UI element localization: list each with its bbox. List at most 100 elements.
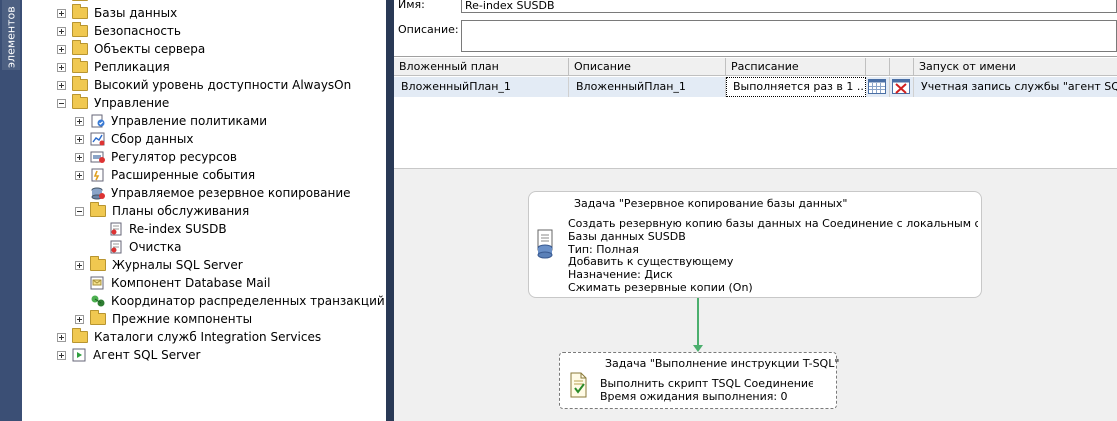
tree-item[interactable]: Каталоги служб Integration Services xyxy=(57,328,321,346)
tree-item[interactable]: Безопасность xyxy=(57,22,181,40)
backup-task[interactable]: Задача "Резервное копирование базы данны… xyxy=(528,191,982,298)
folder-icon xyxy=(72,4,88,19)
tree-item[interactable]: Очистка xyxy=(93,238,182,256)
tree-item-label: Безопасность xyxy=(94,24,181,38)
object-explorer-tab[interactable]: элементов xyxy=(2,0,20,70)
column-header-schedule[interactable]: Расписание xyxy=(726,58,866,76)
object-explorer-side-strip: элементов xyxy=(0,0,22,421)
panel-splitter[interactable] xyxy=(386,0,394,421)
subplan-name-cell[interactable]: ВложенныйПлан_1 xyxy=(394,77,569,97)
tsql-task-title: Задача "Выполнение инструкции T-SQL" xyxy=(605,357,840,370)
column-header-run-as[interactable]: Запуск от имени xyxy=(914,58,1117,76)
expand-icon[interactable] xyxy=(75,170,84,180)
tree-item[interactable]: Базы данных xyxy=(57,4,177,22)
tree-item[interactable]: Журналы SQL Server xyxy=(75,256,243,274)
tree-item[interactable]: Компонент Database Mail xyxy=(75,274,270,292)
tree-item-label: Планы обслуживания xyxy=(112,204,250,218)
plan-name-field[interactable]: Re-index SUSDB xyxy=(461,0,1117,13)
tsql-task[interactable]: Задача "Выполнение инструкции T-SQL" Вып… xyxy=(559,352,840,409)
schedule-calendar-button[interactable] xyxy=(866,77,890,97)
expand-icon[interactable] xyxy=(57,44,66,54)
expand-icon[interactable] xyxy=(57,26,66,36)
tree-item[interactable]: Сбор данных xyxy=(75,130,193,148)
tree-item[interactable]: Планы обслуживания xyxy=(75,202,249,220)
tree-item[interactable]: Управляемое резервное копирование xyxy=(75,184,351,202)
no-expander xyxy=(75,297,84,306)
execute-tsql-icon xyxy=(570,372,587,398)
run-as-cell[interactable]: Учетная запись службы "агент SQL Se xyxy=(914,77,1117,97)
tree-item[interactable]: Регулятор ресурсов xyxy=(75,148,237,166)
no-expander xyxy=(75,189,84,198)
expand-icon[interactable] xyxy=(57,8,66,18)
designer-canvas[interactable]: Задача "Резервное копирование базы данны… xyxy=(394,169,1117,421)
expand-icon[interactable] xyxy=(57,62,66,72)
tree-item[interactable]: Репликация xyxy=(57,58,170,76)
tree-item-label: Управление политиками xyxy=(111,114,267,128)
description-label: Описание: xyxy=(398,23,459,36)
precedence-connector[interactable] xyxy=(692,297,704,353)
tree-item[interactable]: Координатор распределенных транзакций xyxy=(75,292,385,310)
tree-item-label: Базы данных xyxy=(94,6,178,20)
plan-properties: Имя: Re-index SUSDB Описание: Вложенный … xyxy=(394,0,1117,169)
expand-icon[interactable] xyxy=(75,152,84,162)
tree-item-label: Re-index SUSDB xyxy=(129,222,227,236)
tree-item[interactable]: Расширенные события xyxy=(75,166,255,184)
expand-icon[interactable] xyxy=(75,314,84,324)
tree-item[interactable]: Объекты сервера xyxy=(57,40,205,58)
tree-item[interactable]: Агент SQL Server xyxy=(57,346,200,364)
tree-item[interactable]: Управление xyxy=(57,94,169,112)
folder-icon xyxy=(72,0,88,1)
backup-database-icon xyxy=(537,229,553,259)
schedule-remove-button[interactable] xyxy=(890,77,914,97)
expand-icon[interactable] xyxy=(57,350,66,360)
tree-item-label: Агент SQL Server xyxy=(93,348,201,362)
collapse-icon[interactable] xyxy=(57,98,66,108)
expand-icon[interactable] xyxy=(57,80,66,90)
backup-task-title: Задача "Резервное копирование базы данны… xyxy=(574,197,848,210)
folder-icon xyxy=(72,58,88,73)
resource-governor-icon xyxy=(90,150,106,164)
column-header-subplan[interactable]: Вложенный план xyxy=(394,58,569,76)
expand-icon[interactable] xyxy=(75,260,84,270)
folder-icon xyxy=(72,94,88,109)
tree-item-label: Компонент Database Mail xyxy=(111,276,271,290)
dtc-icon xyxy=(90,294,106,308)
tree-item[interactable]: Прежние компоненты xyxy=(75,310,252,328)
extended-events-icon xyxy=(90,168,106,182)
object-explorer-tree[interactable]: Базы данных Безопасность Объекты сервера Ре… xyxy=(30,0,386,421)
tree-item-label: Высокий уровень доступности AlwaysOn xyxy=(94,78,352,92)
tree-item-label: Управляемое резервное копирование xyxy=(111,186,351,200)
policy-icon xyxy=(90,114,106,128)
task-detail-line: Базы данных SUSDB xyxy=(568,229,686,243)
maintenance-plan-designer: Имя: Re-index SUSDB Описание: Вложенный … xyxy=(394,0,1117,421)
plan-description-field[interactable] xyxy=(461,20,1117,52)
folder-icon xyxy=(72,40,88,55)
expand-icon[interactable] xyxy=(57,332,66,342)
tree-item-label: Регулятор ресурсов xyxy=(111,150,238,164)
task-detail-line: Сжимать резервные копии (On) xyxy=(568,280,753,294)
expand-icon[interactable] xyxy=(75,134,84,144)
column-header-schedule-edit[interactable] xyxy=(866,58,890,76)
expand-icon[interactable] xyxy=(75,116,84,126)
tree-item[interactable]: Управление политиками xyxy=(75,112,267,130)
subplan-description-cell[interactable]: ВложенныйПлан_1 xyxy=(569,77,726,97)
remove-schedule-icon xyxy=(892,79,910,94)
name-label: Имя: xyxy=(398,0,425,11)
folder-icon xyxy=(72,328,88,343)
tree-item-label: Координатор распределенных транзакций xyxy=(111,294,385,308)
column-header-schedule-remove[interactable] xyxy=(890,58,914,76)
folder-icon xyxy=(90,202,106,217)
tree-item[interactable]: Re-index SUSDB xyxy=(93,220,227,238)
maintenance-plan-icon xyxy=(108,240,124,254)
sql-agent-icon xyxy=(72,348,88,362)
task-detail-line: Создать резервную копию базы данных на С… xyxy=(568,218,978,230)
maintenance-plan-icon xyxy=(108,222,124,236)
column-header-description[interactable]: Описание xyxy=(569,58,726,76)
schedule-cell[interactable]: Выполняется раз в 1 ... xyxy=(726,77,866,97)
tree-item-label: Прежние компоненты xyxy=(112,312,253,326)
collapse-icon[interactable] xyxy=(75,206,84,216)
data-collection-icon xyxy=(90,132,106,146)
tree-item[interactable]: Высокий уровень доступности AlwaysOn xyxy=(57,76,351,94)
tsql-task-details: Выполнить скрипт TSQL Соединение с локал… xyxy=(600,378,813,404)
tree-item-label: Журналы SQL Server xyxy=(112,258,243,272)
